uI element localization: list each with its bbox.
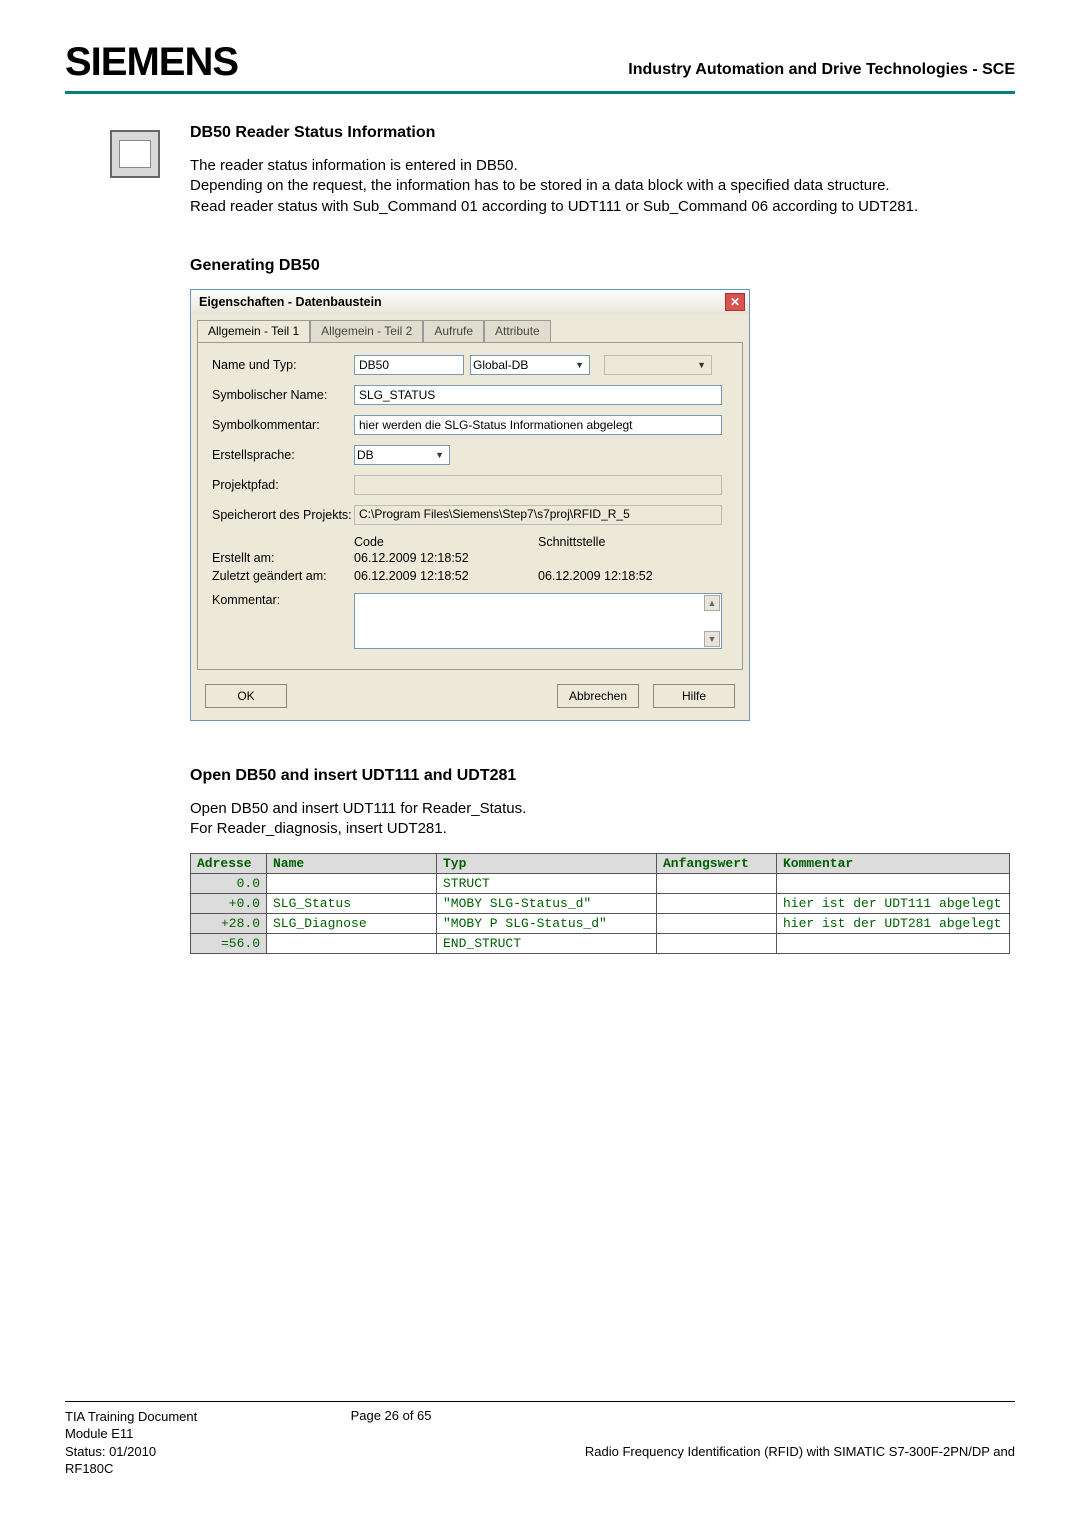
- scroll-up-icon[interactable]: ▲: [704, 595, 720, 611]
- cell-comment: [777, 934, 1010, 954]
- properties-dialog: Eigenschaften - Datenbaustein ✕ Allgemei…: [190, 289, 750, 721]
- tab-general-2[interactable]: Allgemein - Teil 2: [310, 320, 423, 342]
- cell-name: SLG_Diagnose: [267, 914, 437, 934]
- cell-init: [657, 934, 777, 954]
- brand-logo: SIEMENS: [65, 40, 238, 85]
- cancel-button[interactable]: Abbrechen: [557, 684, 639, 708]
- cell-addr: 0.0: [191, 874, 267, 894]
- close-icon[interactable]: ✕: [725, 293, 745, 311]
- cell-type: STRUCT: [437, 874, 657, 894]
- secondary-select: ▼: [604, 355, 712, 375]
- dbtype-value: Global-DB: [473, 358, 528, 372]
- label-symname: Symbolischer Name:: [212, 388, 354, 402]
- comment-textarea[interactable]: ▲ ▼: [354, 593, 722, 649]
- header-subtitle: Industry Automation and Drive Technologi…: [628, 61, 1015, 85]
- label-created: Erstellt am:: [212, 551, 354, 565]
- lang-select[interactable]: DB ▼: [354, 445, 450, 465]
- cell-init: [657, 874, 777, 894]
- cell-addr: +0.0: [191, 894, 267, 914]
- projpath-field: [354, 475, 722, 495]
- tab-general-1[interactable]: Allgemein - Teil 1: [197, 320, 310, 342]
- lang-value: DB: [357, 448, 374, 462]
- text-line: The reader status information is entered…: [190, 156, 1015, 176]
- tab-attributes[interactable]: Attribute: [484, 320, 551, 342]
- table-header-row: Adresse Name Typ Anfangswert Kommentar: [191, 854, 1010, 874]
- col-header-code: Code: [354, 535, 538, 549]
- label-symcomment: Symbolkommentar:: [212, 418, 354, 432]
- label-projpath: Projektpfad:: [212, 478, 354, 492]
- table-row[interactable]: 0.0 STRUCT: [191, 874, 1010, 894]
- heading-db50-info: DB50 Reader Status Information: [190, 124, 1015, 142]
- col-kommentar: Kommentar: [777, 854, 1010, 874]
- dialog-panel: Name und Typ: Global-DB ▼ ▼ Symbolischer…: [197, 342, 743, 670]
- cell-addr: =56.0: [191, 934, 267, 954]
- footer-module: Module E11: [65, 1425, 197, 1443]
- scroll-down-icon[interactable]: ▼: [704, 631, 720, 647]
- cell-init: [657, 894, 777, 914]
- label-lang: Erstellsprache:: [212, 448, 354, 462]
- page-header: SIEMENS Industry Automation and Drive Te…: [0, 0, 1080, 85]
- col-header-iface: Schnittstelle: [538, 535, 605, 549]
- cell-type: "MOBY SLG-Status_d": [437, 894, 657, 914]
- footer-doc-title: TIA Training Document: [65, 1408, 197, 1426]
- dialog-tabs: Allgemein - Teil 1 Allgemein - Teil 2 Au…: [191, 314, 749, 342]
- col-typ: Typ: [437, 854, 657, 874]
- table-row[interactable]: +28.0SLG_Diagnose"MOBY P SLG-Status_d" hi…: [191, 914, 1010, 934]
- footer-subject: Radio Frequency Identification (RFID) wi…: [585, 1443, 1015, 1461]
- label-modified: Zuletzt geändert am:: [212, 569, 354, 583]
- label-name-type: Name und Typ:: [212, 358, 354, 372]
- symcomment-field[interactable]: [354, 415, 722, 435]
- cell-name: SLG_Status: [267, 894, 437, 914]
- cell-init: [657, 914, 777, 934]
- footer-page-number: Page 26 of 65: [351, 1408, 432, 1423]
- help-button[interactable]: Hilfe: [653, 684, 735, 708]
- heading-open-db50: Open DB50 and insert UDT111 and UDT281: [190, 767, 1015, 785]
- modified-code: 06.12.2009 12:18:52: [354, 569, 538, 583]
- table-row[interactable]: =56.0 END_STRUCT: [191, 934, 1010, 954]
- cell-comment: hier ist der UDT111 abgelegt: [777, 894, 1010, 914]
- dialog-title: Eigenschaften - Datenbaustein: [199, 295, 382, 309]
- cell-comment: hier ist der UDT281 abgelegt: [777, 914, 1010, 934]
- label-projloc: Speicherort des Projekts:: [212, 508, 354, 522]
- chevron-down-icon: ▼: [572, 360, 587, 370]
- db50-struct-table: Adresse Name Typ Anfangswert Kommentar 0…: [190, 853, 1010, 954]
- cell-type: "MOBY P SLG-Status_d": [437, 914, 657, 934]
- cell-type: END_STRUCT: [437, 934, 657, 954]
- ok-button[interactable]: OK: [205, 684, 287, 708]
- table-row[interactable]: +0.0SLG_Status"MOBY SLG-Status_d" hier is…: [191, 894, 1010, 914]
- section-db50-info: DB50 Reader Status Information The reade…: [190, 124, 1015, 217]
- text-line: Depending on the request, the informatio…: [190, 176, 1015, 196]
- footer-status: Status: 01/2010: [65, 1443, 197, 1461]
- tab-calls[interactable]: Aufrufe: [423, 320, 484, 342]
- chevron-down-icon: ▼: [694, 360, 709, 370]
- text-line: For Reader_diagnosis, insert UDT281.: [190, 819, 1015, 839]
- col-adresse: Adresse: [191, 854, 267, 874]
- footer-device: RF180C: [65, 1460, 197, 1478]
- name-field[interactable]: [354, 355, 464, 375]
- col-anfangswert: Anfangswert: [657, 854, 777, 874]
- heading-generating-db50: Generating DB50: [190, 257, 1015, 275]
- col-name: Name: [267, 854, 437, 874]
- cell-name: [267, 874, 437, 894]
- page-footer: TIA Training Document Module E11 Status:…: [65, 1401, 1015, 1478]
- created-code: 06.12.2009 12:18:52: [354, 551, 538, 565]
- text-line: Open DB50 and insert UDT111 for Reader_S…: [190, 799, 1015, 819]
- label-comment: Kommentar:: [212, 593, 354, 607]
- cell-addr: +28.0: [191, 914, 267, 934]
- text-line: Read reader status with Sub_Command 01 a…: [190, 197, 1015, 217]
- dbtype-select[interactable]: Global-DB ▼: [470, 355, 590, 375]
- symname-field[interactable]: [354, 385, 722, 405]
- monitor-icon: [110, 130, 160, 178]
- chevron-down-icon: ▼: [432, 450, 447, 460]
- modified-iface: 06.12.2009 12:18:52: [538, 569, 653, 583]
- dialog-titlebar[interactable]: Eigenschaften - Datenbaustein ✕: [191, 290, 749, 314]
- cell-comment: [777, 874, 1010, 894]
- projloc-field: C:\Program Files\Siemens\Step7\s7proj\RF…: [354, 505, 722, 525]
- cell-name: [267, 934, 437, 954]
